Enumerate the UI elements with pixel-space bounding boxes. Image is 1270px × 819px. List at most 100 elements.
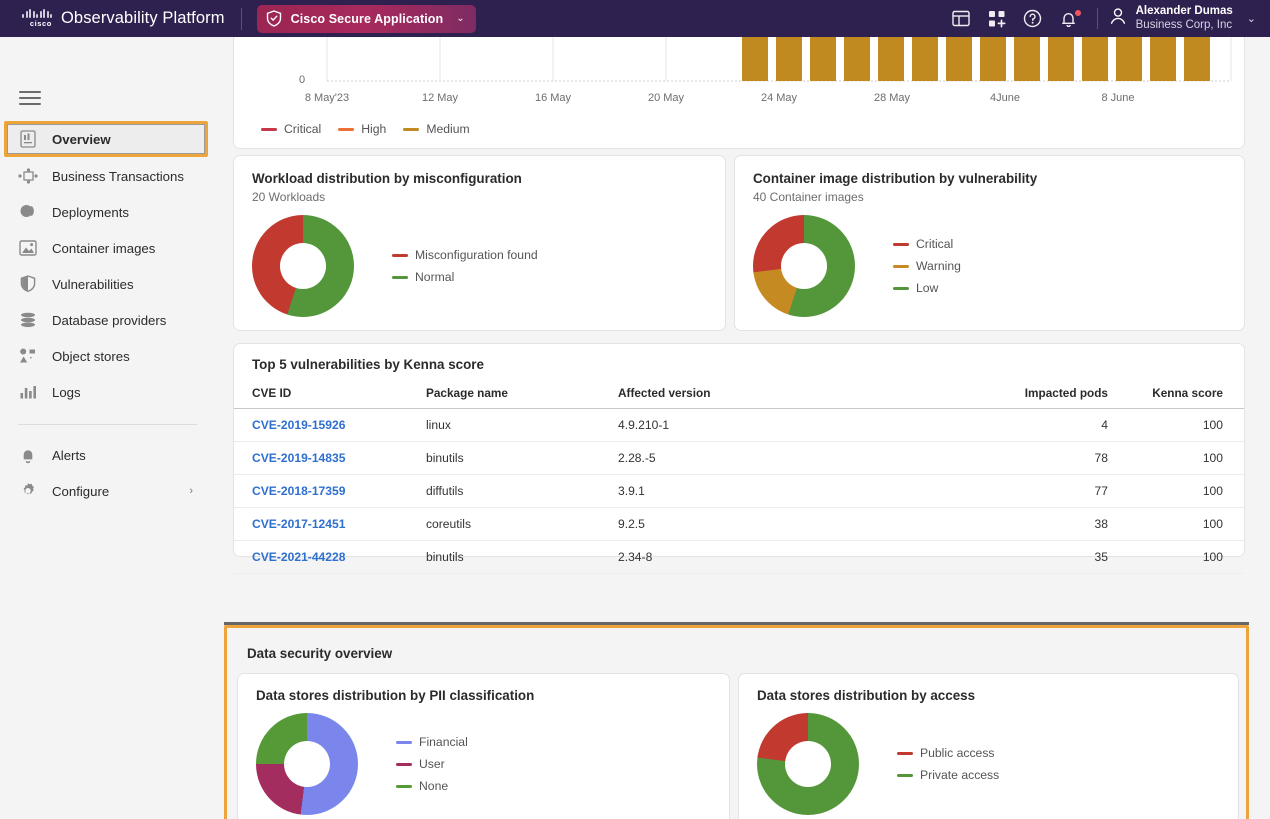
sidebar-item-label: Deployments <box>52 204 129 220</box>
cve-link[interactable]: CVE-2018-17359 <box>252 484 345 498</box>
legend-item-financial[interactable]: Financial <box>396 735 468 749</box>
cve-link[interactable]: CVE-2019-15926 <box>252 418 345 432</box>
table-row[interactable]: CVE-2018-17359 diffutils 3.9.1 77 100 <box>234 474 1244 508</box>
trend-chart-legend: Critical High Medium <box>261 122 470 136</box>
cell-impacted-pods: 35 <box>946 540 1108 574</box>
legend-item-medium[interactable]: Medium <box>403 122 470 136</box>
sidebar-item-deployments[interactable]: Deployments <box>0 194 215 230</box>
sidebar-item-alerts[interactable]: Alerts <box>0 437 215 473</box>
notifications-bell-icon[interactable] <box>1051 0 1087 37</box>
y-axis-tick-0: 0 <box>299 74 306 86</box>
chevron-down-icon: ⌄ <box>456 13 465 24</box>
sidebar-item-business-transactions[interactable]: Business Transactions <box>0 158 215 194</box>
sidebar-item-label: Overview <box>52 131 111 147</box>
legend-label: Low <box>916 281 939 295</box>
legend-item-misconfiguration-found[interactable]: Misconfiguration found <box>392 248 538 262</box>
legend-swatch-icon <box>396 784 412 788</box>
container-image-vulnerability-legend: Critical Warning Low <box>893 237 961 295</box>
legend-item-critical[interactable]: Critical <box>893 237 961 251</box>
legend-item-private-access[interactable]: Private access <box>897 768 999 782</box>
cell-kenna-score: 100 <box>1108 474 1244 508</box>
sidebar-item-label: Configure <box>52 483 110 499</box>
app-switcher-button[interactable]: Cisco Secure Application ⌄ <box>256 4 476 33</box>
cve-link[interactable]: CVE-2021-44228 <box>252 550 345 564</box>
legend-label: None <box>419 779 449 793</box>
x-tick: 24 May <box>760 92 798 104</box>
workload-misconfiguration-card: Workload distribution by misconfiguratio… <box>233 155 726 331</box>
data-store-access-donut[interactable] <box>757 713 859 815</box>
legend-label: Critical <box>284 122 322 136</box>
card-subtitle: 40 Container images <box>753 190 864 204</box>
cve-link[interactable]: CVE-2017-12451 <box>252 517 345 531</box>
container-images-icon <box>18 238 38 258</box>
table-row[interactable]: CVE-2019-14835 binutils 2.28.-5 78 100 <box>234 441 1244 475</box>
sidebar-item-configure[interactable]: Configure › <box>0 473 215 509</box>
trend-bar-chart[interactable] <box>234 37 1246 96</box>
cell-kenna-score: 100 <box>1108 507 1244 541</box>
container-image-vulnerability-donut[interactable] <box>753 215 855 317</box>
sidebar-item-object-stores[interactable]: Object stores <box>0 338 215 374</box>
legend-swatch-icon <box>893 264 909 268</box>
business-transactions-icon <box>18 166 38 186</box>
overview-report-icon <box>18 129 38 149</box>
legend-item-critical[interactable]: Critical <box>261 122 321 136</box>
workload-misconfiguration-donut[interactable] <box>252 215 354 317</box>
header-divider <box>240 7 242 30</box>
legend-item-none[interactable]: None <box>396 779 468 793</box>
cell-kenna-score: 100 <box>1108 540 1244 574</box>
vulnerabilities-shield-icon <box>18 274 38 294</box>
app-header: cisco Observability Platform Cisco Secur… <box>0 0 1270 37</box>
sidebar-item-label: Alerts <box>52 447 86 463</box>
help-circle-icon[interactable] <box>1015 0 1051 37</box>
cell-kenna-score: 100 <box>1108 441 1244 475</box>
cell-impacted-pods: 38 <box>946 507 1108 541</box>
cve-link[interactable]: CVE-2019-14835 <box>252 451 345 465</box>
legend-label: Financial <box>419 735 468 749</box>
header-actions: Alexander Dumas Business Corp, Inc ⌄ <box>943 0 1270 37</box>
deployments-icon <box>18 202 38 222</box>
legend-item-low[interactable]: Low <box>893 281 961 295</box>
column-header-affected-version: Affected version <box>618 380 946 409</box>
sidebar-item-overview[interactable]: Overview <box>4 121 208 157</box>
container-image-vulnerability-card: Container image distribution by vulnerab… <box>734 155 1245 331</box>
cisco-wordmark: cisco <box>29 19 52 28</box>
shield-icon <box>266 10 282 27</box>
table-row[interactable]: CVE-2021-44228 binutils 2.34-8 35 100 <box>234 540 1244 574</box>
card-title: Workload distribution by misconfiguratio… <box>252 171 522 186</box>
legend-item-normal[interactable]: Normal <box>392 270 538 284</box>
cell-affected-version: 2.34-8 <box>618 540 946 574</box>
sidebar-item-database-providers[interactable]: Database providers <box>0 302 215 338</box>
user-name: Alexander Dumas <box>1135 5 1233 18</box>
legend-swatch-icon <box>403 127 420 131</box>
x-tick: 16 May <box>534 92 572 104</box>
cell-impacted-pods: 78 <box>946 441 1108 475</box>
chevron-down-icon: ⌄ <box>1246 13 1256 25</box>
legend-item-user[interactable]: User <box>396 757 468 771</box>
cell-package-name: binutils <box>426 540 618 574</box>
cell-impacted-pods: 4 <box>946 408 1108 442</box>
legend-item-public-access[interactable]: Public access <box>897 746 999 760</box>
sidebar-item-label: Container images <box>52 240 156 256</box>
table-row[interactable]: CVE-2019-15926 linux 4.9.210-1 4 100 <box>234 408 1244 442</box>
cell-package-name: coreutils <box>426 507 618 541</box>
legend-label: Private access <box>920 768 1000 782</box>
x-tick: 4June <box>990 92 1020 104</box>
data-security-overview-section[interactable]: Data security overview Data stores distr… <box>224 622 1249 819</box>
apps-grid-add-icon[interactable] <box>979 0 1015 37</box>
pii-classification-donut[interactable] <box>256 713 358 815</box>
notification-badge-dot <box>1074 10 1081 16</box>
legend-label: High <box>361 122 387 136</box>
page-title: Observability Platform <box>61 9 225 27</box>
table-row[interactable]: CVE-2017-12451 coreutils 9.2.5 38 100 <box>234 507 1244 541</box>
legend-item-warning[interactable]: Warning <box>893 259 961 273</box>
legend-swatch-icon <box>893 286 909 290</box>
sidebar-item-container-images[interactable]: Container images <box>0 230 215 266</box>
cell-package-name: binutils <box>426 441 618 475</box>
dashboard-layout-icon[interactable] <box>943 0 979 37</box>
sidebar-item-logs[interactable]: Logs <box>0 374 215 410</box>
user-menu-button[interactable]: Alexander Dumas Business Corp, Inc ⌄ <box>1108 5 1260 31</box>
sidebar-toggle-hamburger-icon[interactable] <box>19 91 41 105</box>
card-title: Data stores distribution by PII classifi… <box>256 688 535 703</box>
legend-item-high[interactable]: High <box>338 122 386 136</box>
sidebar-item-vulnerabilities[interactable]: Vulnerabilities <box>0 266 215 302</box>
